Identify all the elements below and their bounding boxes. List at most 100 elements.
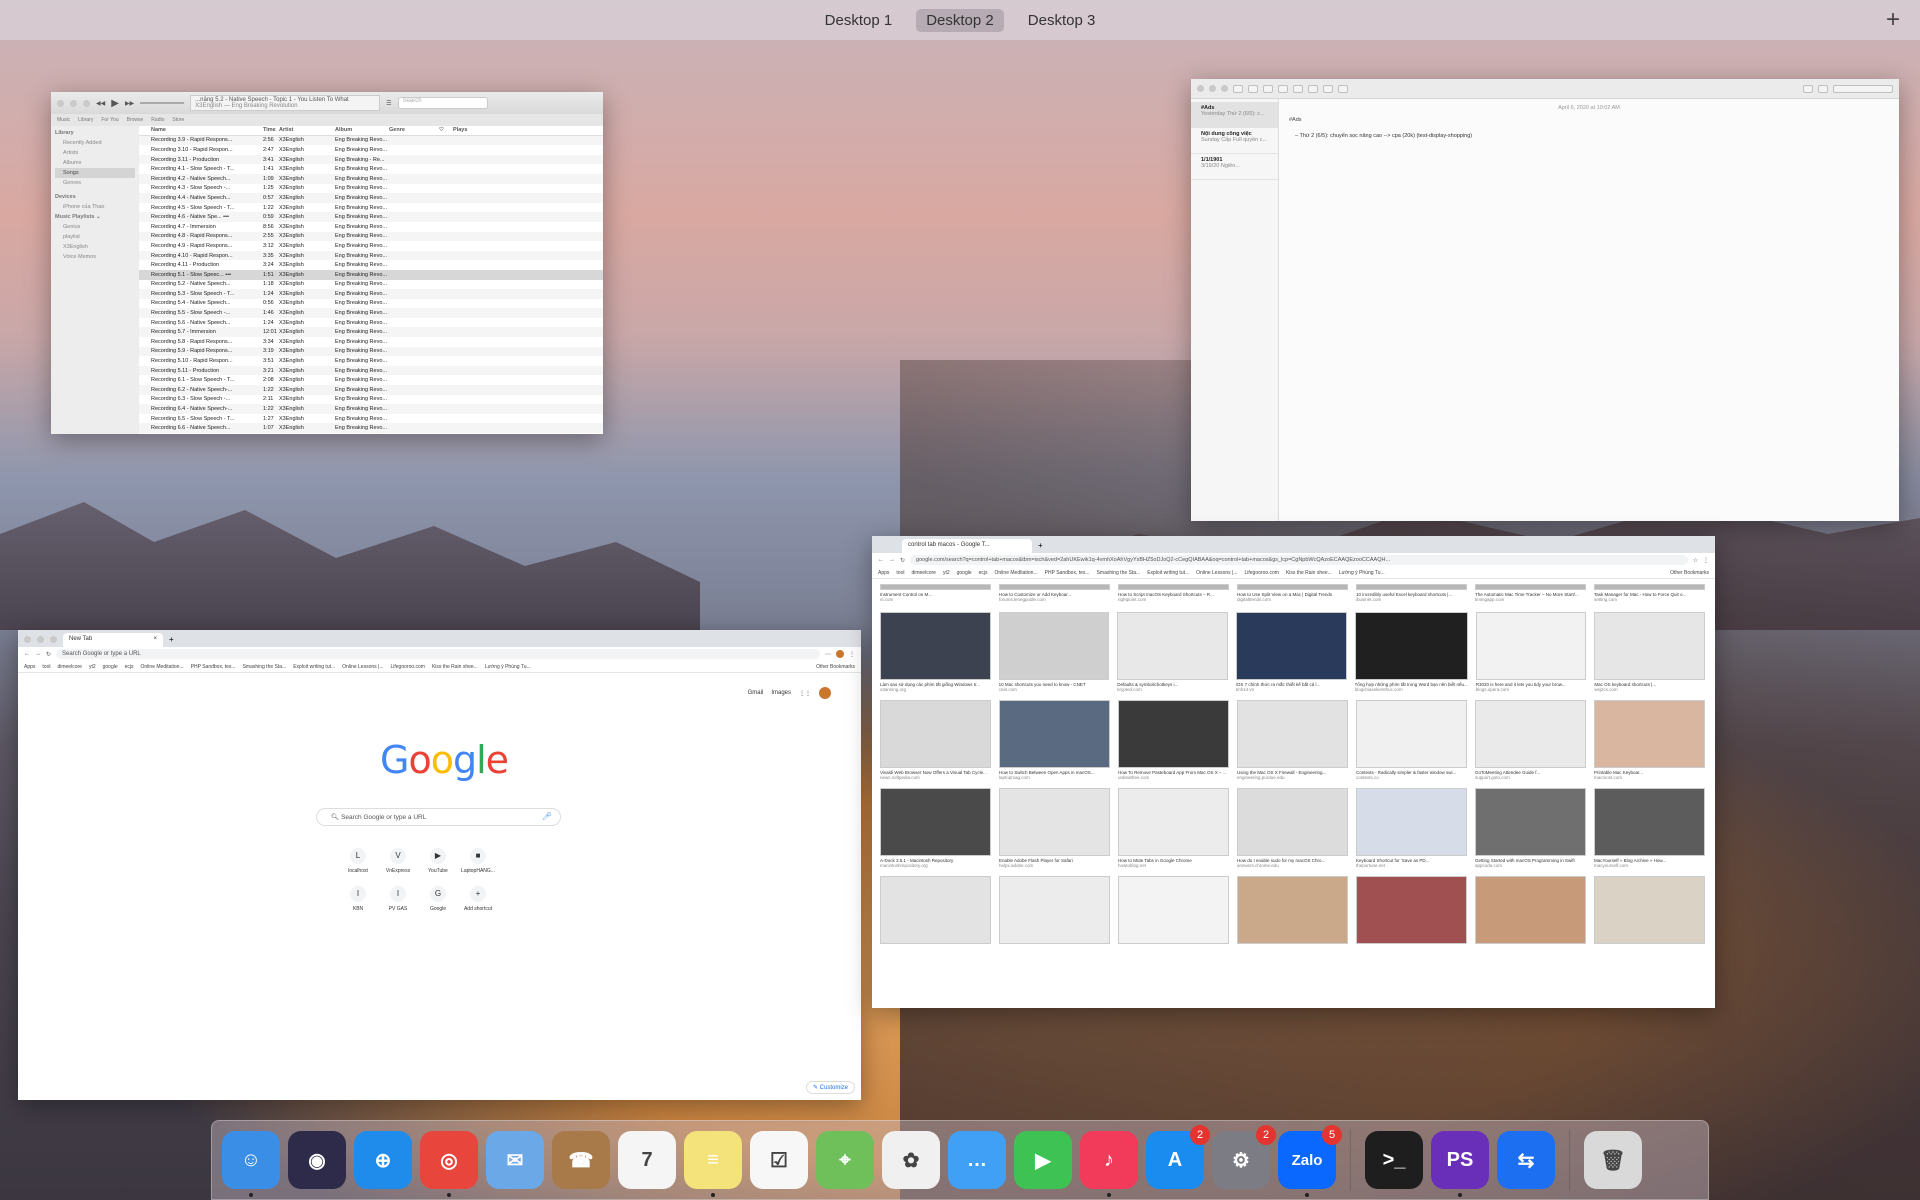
bookmark-item[interactable]: google: [957, 570, 972, 576]
image-thumbnail[interactable]: [1237, 788, 1348, 856]
compose-icon[interactable]: [1278, 84, 1288, 93]
image-result[interactable]: How do I enable sudo for my macOS Chro..…: [1237, 788, 1348, 868]
close-button[interactable]: [24, 636, 31, 643]
extensions-icon[interactable]: ⋯: [825, 651, 831, 658]
column-album[interactable]: Album: [335, 127, 389, 133]
note-bullet[interactable]: – Thứ 2 (6/5): chuyển sọc nâng cao --> c…: [1295, 133, 1889, 139]
close-button[interactable]: [57, 99, 64, 107]
image-result[interactable]: Using the Mac OS X Firewall - Engineerin…: [1237, 700, 1348, 780]
tab-library[interactable]: Library: [78, 117, 93, 123]
image-thumbnail[interactable]: [1594, 700, 1705, 768]
dock-photos-icon[interactable]: ✿: [882, 1131, 940, 1189]
bookmark-item[interactable]: PHP Sandbox, tes...: [1045, 570, 1090, 576]
sidebar-item-playlist[interactable]: playlist: [55, 232, 135, 242]
table-row[interactable]: Recording 4.2 - Native Speech... 1:09 X3En…: [139, 173, 603, 184]
dock-reminders-icon[interactable]: ☑: [750, 1131, 808, 1189]
table-row[interactable]: Recording 5.5 - Slow Speech -... 1:46 X3En…: [139, 308, 603, 318]
bookmark-item[interactable]: Online Meditation...: [141, 664, 184, 670]
checklist-icon[interactable]: [1308, 84, 1318, 93]
dock-trash-icon[interactable]: 🗑: [1584, 1131, 1642, 1189]
note-item[interactable]: 1/1/1901 3/19/20 Ngiên...: [1191, 154, 1278, 180]
zoom-button[interactable]: [50, 636, 57, 643]
dock-terminal-icon[interactable]: >_: [1365, 1131, 1423, 1189]
image-result[interactable]: Tổng hợp những phím tắt trong Word bạn n…: [1354, 612, 1468, 692]
image-thumbnail[interactable]: [1475, 876, 1586, 944]
media-select[interactable]: Music: [57, 117, 70, 123]
new-tab-icon[interactable]: +: [1038, 541, 1043, 550]
omnibox-input[interactable]: Search Google or type a URL: [56, 649, 820, 659]
search-icon[interactable]: [1833, 84, 1893, 93]
column-genre[interactable]: Genre: [389, 127, 439, 133]
dock-phpstorm-icon[interactable]: PS: [1431, 1131, 1489, 1197]
table-row[interactable]: Recording 4.8 - Rapid Respons... 2:55 X3En…: [139, 231, 603, 242]
image-thumbnail[interactable]: [880, 788, 991, 856]
list-icon[interactable]: ☰: [386, 100, 391, 107]
rewind-icon[interactable]: ◀◀: [96, 100, 105, 107]
sidebar-item-x3english[interactable]: X3English: [55, 242, 135, 252]
image-thumbnail[interactable]: [1118, 876, 1229, 944]
image-thumbnail[interactable]: [999, 584, 1110, 590]
image-thumbnail[interactable]: [1117, 612, 1228, 680]
bookmark-item[interactable]: google: [103, 664, 118, 670]
note-item[interactable]: #Ads Yesterday Thứ 2 (6/5): c...: [1191, 102, 1278, 128]
sidebar-item-artists[interactable]: Artists: [55, 148, 135, 158]
bookmark-item[interactable]: yt2: [943, 570, 950, 576]
image-result[interactable]: Contexts - Radically simpler & faster wi…: [1356, 700, 1467, 780]
bookmark-item[interactable]: Online Meditation...: [995, 570, 1038, 576]
bookmark-item[interactable]: Online Lessons |...: [1196, 570, 1237, 576]
forward-icon[interactable]: →: [889, 557, 895, 563]
bookmark-item[interactable]: Lường ý Phùng Tu...: [485, 664, 531, 670]
sidebar-toggle-icon[interactable]: [1233, 84, 1243, 93]
delete-icon[interactable]: [1263, 84, 1273, 93]
image-result[interactable]: R3020 is here and it lets you tidy your …: [1475, 612, 1587, 692]
dock-messages-icon[interactable]: …: [948, 1131, 1006, 1189]
image-result[interactable]: Task Manager for Mac - How to Force Quit…: [1594, 584, 1705, 602]
dock-safari-icon[interactable]: ⊕: [354, 1131, 412, 1189]
bookmark-item[interactable]: tool: [42, 664, 50, 670]
bookmark-item[interactable]: Lường ý Phùng Tu...: [1339, 570, 1385, 576]
table-row[interactable]: Recording 4.5 - Slow Speech - T... 1:22 X3…: [139, 203, 603, 213]
image-result[interactable]: How to Script macOS Keyboard Shortcuts –…: [1118, 584, 1229, 602]
dock-notes-icon[interactable]: ≡: [684, 1131, 742, 1197]
image-thumbnail[interactable]: [1356, 788, 1467, 856]
forward-icon[interactable]: →: [35, 651, 41, 657]
reload-icon[interactable]: ↻: [46, 651, 51, 658]
image-thumbnail[interactable]: [1475, 788, 1586, 856]
table-row[interactable]: Recording 3.9 - Rapid Respons... 2:56 X3En…: [139, 135, 603, 146]
lock-icon[interactable]: [1803, 84, 1813, 93]
tab-browse[interactable]: Browse: [127, 117, 144, 123]
volume-slider[interactable]: [140, 102, 185, 104]
table-row[interactable]: Recording 3.11 - Production 3:41 X3English…: [139, 154, 603, 165]
profile-avatar[interactable]: [836, 650, 844, 658]
chrome-image-search-window[interactable]: control tab macos - Google T... + ← → ↻ …: [872, 536, 1715, 1008]
image-result[interactable]: 10 Mac shortcuts you need to know - CNET…: [998, 612, 1110, 692]
tab-for-you[interactable]: For You: [101, 117, 118, 123]
image-result[interactable]: [1594, 876, 1705, 946]
space-desktop-3[interactable]: Desktop 3: [1018, 9, 1106, 32]
dock-zalo-icon[interactable]: Zalo 5: [1278, 1125, 1342, 1197]
image-thumbnail[interactable]: [1237, 700, 1348, 768]
table-row[interactable]: Recording 5.4 - Native Speech... 0:56 X3En…: [139, 299, 603, 309]
dock-system-preferences-icon[interactable]: ⚙ 2: [1212, 1125, 1276, 1189]
sidebar-item-songs[interactable]: Songs: [55, 168, 135, 178]
image-result[interactable]: [880, 876, 991, 946]
shortcut-tile[interactable]: ▶ YouTube: [418, 848, 458, 874]
column-name[interactable]: Name: [151, 127, 263, 133]
image-thumbnail[interactable]: [1594, 788, 1705, 856]
sidebar-item-recently-added[interactable]: Recently Added: [55, 138, 135, 148]
dock-chrome-icon[interactable]: ◎: [420, 1131, 478, 1197]
zoom-button[interactable]: [83, 99, 90, 107]
dock-teamviewer-icon[interactable]: ⇆: [1497, 1131, 1555, 1189]
image-thumbnail[interactable]: [1118, 584, 1229, 590]
new-tab-icon[interactable]: +: [169, 635, 174, 644]
bookmark-item[interactable]: tool: [896, 570, 904, 576]
table-row[interactable]: Recording 6.4 - Native Speech-... 1:22 X3E…: [139, 404, 603, 414]
table-row[interactable]: Recording 6.6 - Native Speech... 1:07 X3En…: [139, 423, 603, 433]
close-button[interactable]: [1197, 85, 1204, 92]
omnibox-input[interactable]: google.com/search?q=control+tab+macos&tb…: [910, 555, 1688, 565]
image-result[interactable]: MacYourself » Blog Archive » How... macyo…: [1594, 788, 1705, 868]
image-thumbnail[interactable]: [1356, 584, 1467, 590]
shortcut-tile[interactable]: I PV GAS: [378, 886, 418, 912]
table-row[interactable]: Recording 5.11 - Production 3:21 X3English…: [139, 365, 603, 376]
image-thumbnail[interactable]: [1356, 876, 1467, 944]
